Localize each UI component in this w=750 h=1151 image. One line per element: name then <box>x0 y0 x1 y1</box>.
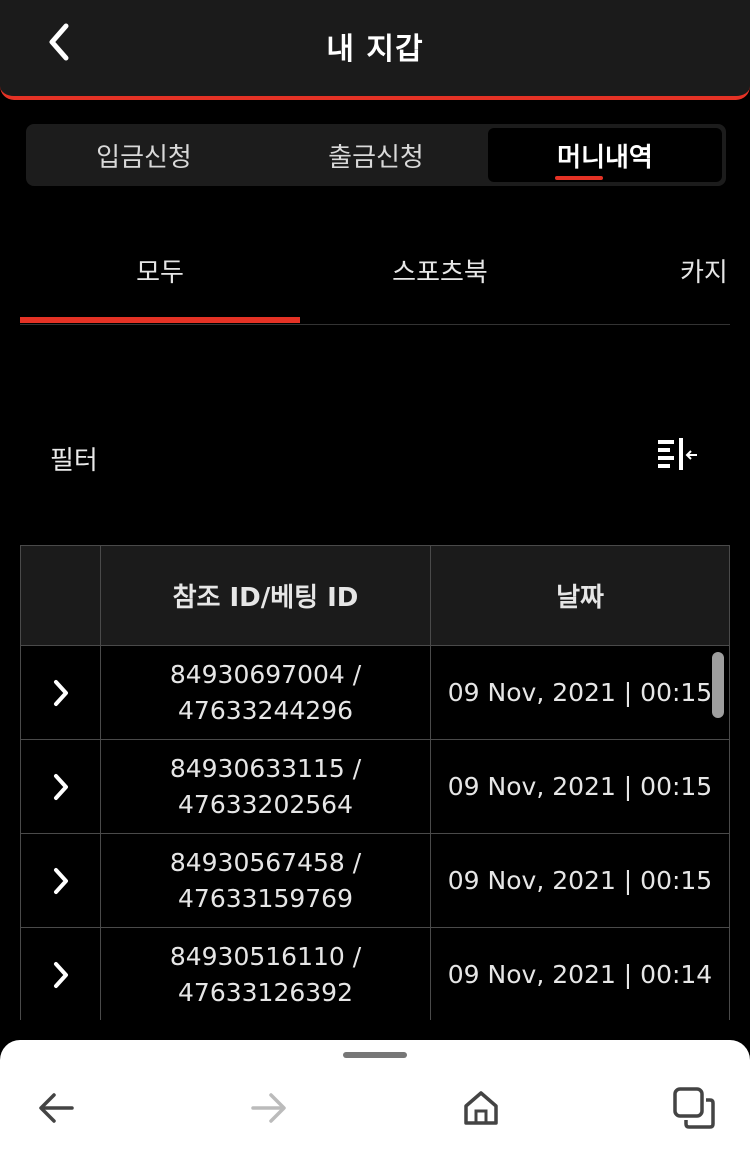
bet-id: 47633159769 <box>178 883 353 913</box>
expand-row-button[interactable] <box>21 834 101 927</box>
forward-arrow-icon <box>251 1093 286 1123</box>
ref-bet-id-cell: 84930516110 / 47633126392 <box>101 928 431 1020</box>
column-header-date: 날짜 <box>556 583 604 613</box>
chevron-right-icon <box>53 679 68 706</box>
ref-bet-id-cell: 84930567458 / 47633159769 <box>101 834 431 927</box>
ref-bet-id-cell: 84930633115 / 47633202564 <box>101 740 431 833</box>
date-cell: 09 Nov, 2021 | 00:15 <box>447 678 713 707</box>
ref-id: 84930516110 / <box>169 941 362 971</box>
tab-deposit-request[interactable]: 입금신청 <box>30 128 258 182</box>
browser-toolbar <box>0 1040 750 1151</box>
tab-withdraw-request[interactable]: 출금신청 <box>262 128 490 182</box>
browser-home-button[interactable] <box>457 1084 505 1132</box>
ref-id: 84930567458 / <box>169 847 362 877</box>
table-row[interactable]: 84930567458 / 47633159769 09 Nov, 2021 |… <box>20 834 730 928</box>
category-active-indicator <box>20 317 300 323</box>
wallet-tabs: 입금신청 출금신청 머니내역 <box>26 124 726 186</box>
expand-row-button[interactable] <box>21 740 101 833</box>
table-row[interactable]: 84930516110 / 47633126392 09 Nov, 2021 |… <box>20 928 730 1020</box>
tab-casino[interactable]: 카지 <box>680 252 728 289</box>
ref-bet-id-cell: 84930697004 / 47633244296 <box>101 646 431 739</box>
date-cell: 09 Nov, 2021 | 00:14 <box>447 960 713 989</box>
category-tabs: 모두 스포츠북 카지 <box>20 232 730 325</box>
tabs-icon <box>673 1087 715 1129</box>
history-table: 참조 ID/베팅 ID 날짜 84930697004 / 47633244296… <box>20 545 730 1020</box>
tab-sportsbook[interactable]: 스포츠북 <box>300 252 580 289</box>
column-header-expand <box>21 546 101 645</box>
table-row[interactable]: 84930697004 / 47633244296 09 Nov, 2021 |… <box>20 646 730 740</box>
home-icon <box>464 1091 498 1125</box>
bet-id: 47633126392 <box>178 977 353 1007</box>
chevron-right-icon <box>53 961 68 988</box>
browser-tabs-button[interactable] <box>670 1084 718 1132</box>
tab-all[interactable]: 모두 <box>20 252 300 289</box>
active-tab-indicator <box>555 176 603 180</box>
filter-label: 필터 <box>50 446 98 476</box>
ref-id: 84930697004 / <box>169 659 362 689</box>
chevron-right-icon <box>53 867 68 894</box>
chevron-right-icon <box>53 773 68 800</box>
tab-money-history[interactable]: 머니내역 <box>488 128 722 182</box>
date-cell: 09 Nov, 2021 | 00:15 <box>447 772 713 801</box>
browser-back-button[interactable] <box>32 1084 80 1132</box>
expand-row-button[interactable] <box>21 646 101 739</box>
page-title: 내 지갑 <box>326 32 424 67</box>
table-scrollbar[interactable] <box>712 652 724 718</box>
back-arrow-icon <box>39 1093 74 1123</box>
browser-forward-button[interactable] <box>245 1084 293 1132</box>
ref-id: 84930633115 / <box>169 753 362 783</box>
app-header: 내 지갑 <box>0 0 750 100</box>
date-cell: 09 Nov, 2021 | 00:15 <box>447 866 713 895</box>
bet-id: 47633244296 <box>178 695 353 725</box>
expand-row-button[interactable] <box>21 928 101 1020</box>
filter-sort-icon[interactable] <box>652 434 704 478</box>
drag-handle[interactable] <box>343 1052 407 1058</box>
table-row[interactable]: 84930633115 / 47633202564 09 Nov, 2021 |… <box>20 740 730 834</box>
column-header-ref-id: 참조 ID/베팅 ID <box>101 546 431 645</box>
bet-id: 47633202564 <box>178 789 353 819</box>
table-header: 참조 ID/베팅 ID 날짜 <box>20 545 730 646</box>
